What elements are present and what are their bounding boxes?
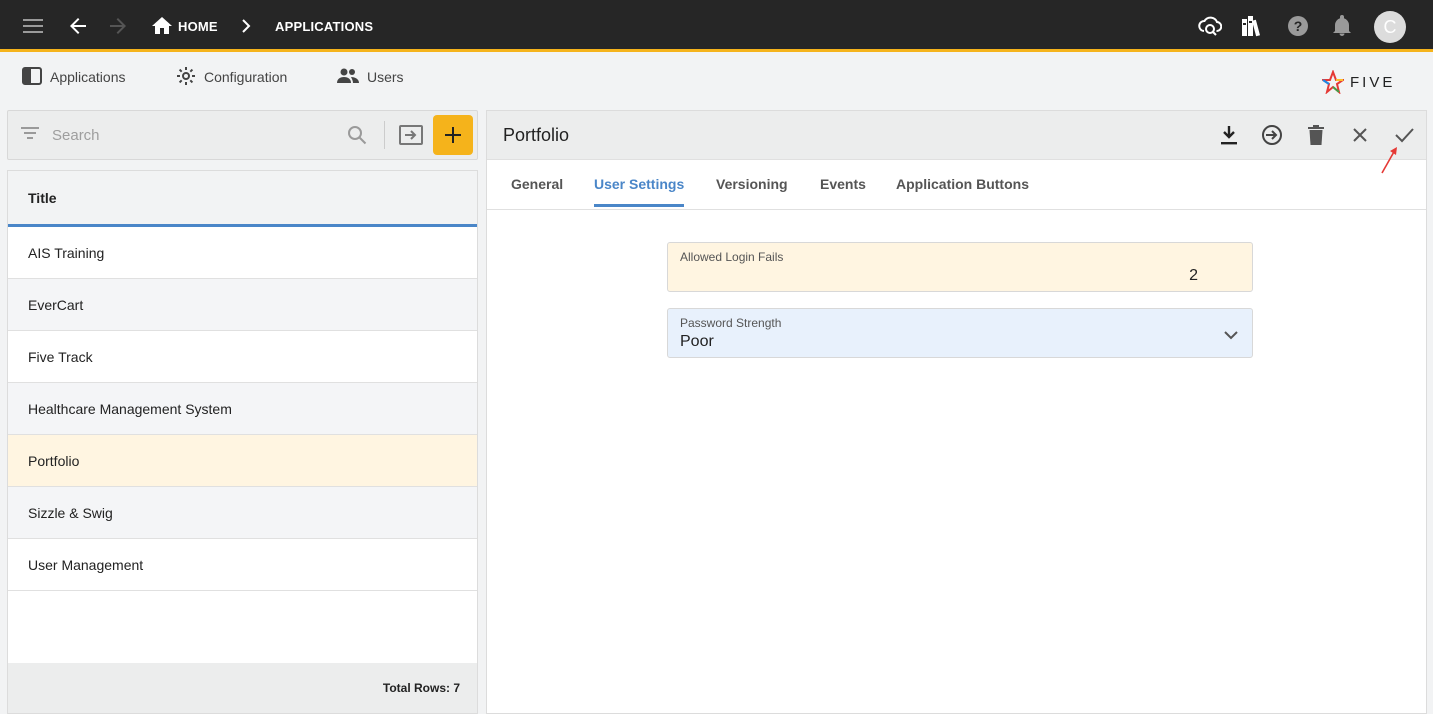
svg-text:?: ?: [1294, 18, 1303, 34]
tab-general[interactable]: General: [511, 176, 563, 204]
breadcrumb-applications[interactable]: APPLICATIONS: [275, 19, 373, 34]
tab-application-buttons[interactable]: Application Buttons: [896, 176, 1029, 204]
applications-list: Title AIS Training EverCart Five Track H…: [7, 170, 478, 714]
search-icon[interactable]: [347, 125, 367, 150]
detail-panel: Portfolio General User Settings Versioni…: [486, 110, 1427, 714]
password-strength-value: Poor: [680, 333, 714, 350]
subnav-label-configuration: Configuration: [204, 69, 288, 85]
search-divider: [384, 121, 385, 149]
list-row-selected[interactable]: Portfolio: [8, 435, 477, 487]
deploy-icon[interactable]: [1260, 123, 1284, 147]
total-rows: Total Rows: 7: [8, 663, 477, 713]
notification-bell-icon[interactable]: [1330, 14, 1354, 38]
back-arrow-icon[interactable]: [66, 14, 90, 38]
five-logo: FIVE: [1322, 70, 1395, 94]
allowed-login-fails-label: Allowed Login Fails: [680, 250, 784, 264]
list-row[interactable]: Sizzle & Swig: [8, 487, 477, 539]
list-row[interactable]: EverCart: [8, 279, 477, 331]
download-icon[interactable]: [1217, 123, 1241, 147]
top-bar: HOME APPLICATIONS ? C: [0, 0, 1433, 52]
list-row[interactable]: AIS Training: [8, 227, 477, 279]
application-icon: [22, 66, 42, 88]
help-icon[interactable]: ?: [1286, 14, 1310, 38]
list-row[interactable]: Healthcare Management System: [8, 383, 477, 435]
plus-icon: [445, 127, 461, 143]
filter-icon[interactable]: [21, 126, 41, 145]
breadcrumb-home[interactable]: HOME: [178, 19, 218, 34]
chevron-right-icon: [234, 14, 258, 38]
five-logo-mark-icon: [1322, 70, 1344, 94]
detail-title: Portfolio: [503, 125, 570, 145]
list-row[interactable]: Five Track: [8, 331, 477, 383]
subnav-item-applications[interactable]: Applications: [22, 63, 126, 91]
import-icon[interactable]: [399, 125, 423, 150]
allowed-login-fails-field[interactable]: Allowed Login Fails 2: [667, 242, 1253, 292]
subnav-label-applications: Applications: [50, 69, 126, 85]
cloud-sync-icon[interactable]: [1198, 14, 1222, 38]
user-avatar[interactable]: C: [1374, 11, 1406, 43]
library-icon[interactable]: [1241, 14, 1265, 38]
tab-user-settings[interactable]: User Settings: [594, 176, 685, 207]
tab-events[interactable]: Events: [820, 176, 866, 204]
search-input[interactable]: [52, 123, 342, 147]
search-bar: [7, 110, 478, 160]
sub-navigation: Applications Configuration Users: [0, 55, 1433, 107]
tab-versioning[interactable]: Versioning: [716, 176, 788, 204]
detail-header: Portfolio: [487, 111, 1426, 174]
menu-icon[interactable]: [22, 14, 46, 38]
delete-icon[interactable]: [1304, 123, 1328, 147]
subnav-item-users[interactable]: Users: [337, 63, 404, 91]
password-strength-select[interactable]: Password Strength Poor: [667, 308, 1253, 358]
list-column-header-title[interactable]: Title: [8, 171, 477, 227]
add-button[interactable]: [433, 115, 473, 155]
chevron-down-icon[interactable]: [1224, 327, 1238, 345]
subnav-item-configuration[interactable]: Configuration: [176, 63, 287, 91]
password-strength-label: Password Strength: [680, 316, 782, 330]
configuration-icon: [176, 66, 196, 89]
home-icon[interactable]: [150, 14, 174, 38]
detail-tabs: General User Settings Versioning Events …: [487, 160, 1426, 210]
forward-arrow-icon[interactable]: [106, 14, 130, 38]
save-checkmark-icon[interactable]: [1392, 123, 1416, 147]
close-icon[interactable]: [1348, 123, 1372, 147]
logo-text: FIVE: [1350, 73, 1396, 91]
allowed-login-fails-value[interactable]: 2: [1189, 267, 1198, 285]
users-icon: [337, 68, 359, 87]
subnav-label-users: Users: [367, 69, 404, 85]
list-row[interactable]: User Management: [8, 539, 477, 591]
